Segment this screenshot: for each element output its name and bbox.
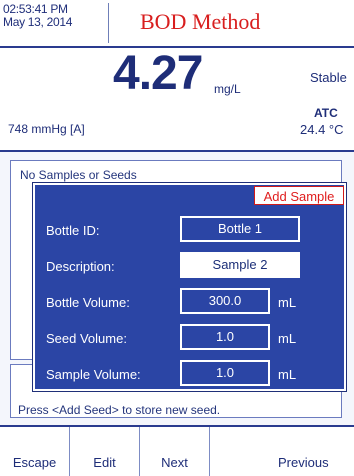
description-label: Description: <box>46 259 115 274</box>
empty-list-message: No Samples or Seeds <box>20 168 137 182</box>
bottle-id-label: Bottle ID: <box>46 223 100 238</box>
date-label: May 13, 2014 <box>3 15 73 29</box>
seed-volume-unit: mL <box>278 331 297 346</box>
app-title: BOD Method <box>140 9 261 34</box>
bottle-volume-unit: mL <box>278 295 297 310</box>
temperature-readout: 24.4 °C <box>300 122 344 137</box>
sample-volume-label: Sample Volume: <box>46 367 141 382</box>
seed-volume-label: Seed Volume: <box>46 331 127 346</box>
description-field[interactable]: Sample 2 <box>180 252 300 278</box>
hint-text: Press <Add Seed> to store new seed. <box>18 403 221 417</box>
barometric-pressure: 748 mmHg [A] <box>8 122 85 136</box>
stability-status: Stable <box>310 70 347 85</box>
next-button[interactable]: Next <box>140 427 210 476</box>
bottle-volume-label: Bottle Volume: <box>46 295 130 310</box>
sample-volume-unit: mL <box>278 367 297 382</box>
datetime-display: 02:53:41 PM May 13, 2014 <box>3 3 109 43</box>
reading-unit: mg/L <box>214 82 241 96</box>
sample-volume-field[interactable]: 1.0 <box>180 360 270 386</box>
seed-volume-field[interactable]: 1.0 <box>180 324 270 350</box>
previous-button[interactable]: Previous <box>210 427 354 476</box>
bottle-volume-field[interactable]: 300.0 <box>180 288 270 314</box>
escape-button[interactable]: Escape <box>0 427 70 476</box>
atc-indicator: ATC <box>314 106 338 120</box>
dialog-title: Add Sample <box>254 186 344 205</box>
bottle-id-field[interactable]: Bottle 1 <box>180 216 300 242</box>
edit-button[interactable]: Edit <box>70 427 140 476</box>
reading-value: 4.27 <box>113 47 203 100</box>
